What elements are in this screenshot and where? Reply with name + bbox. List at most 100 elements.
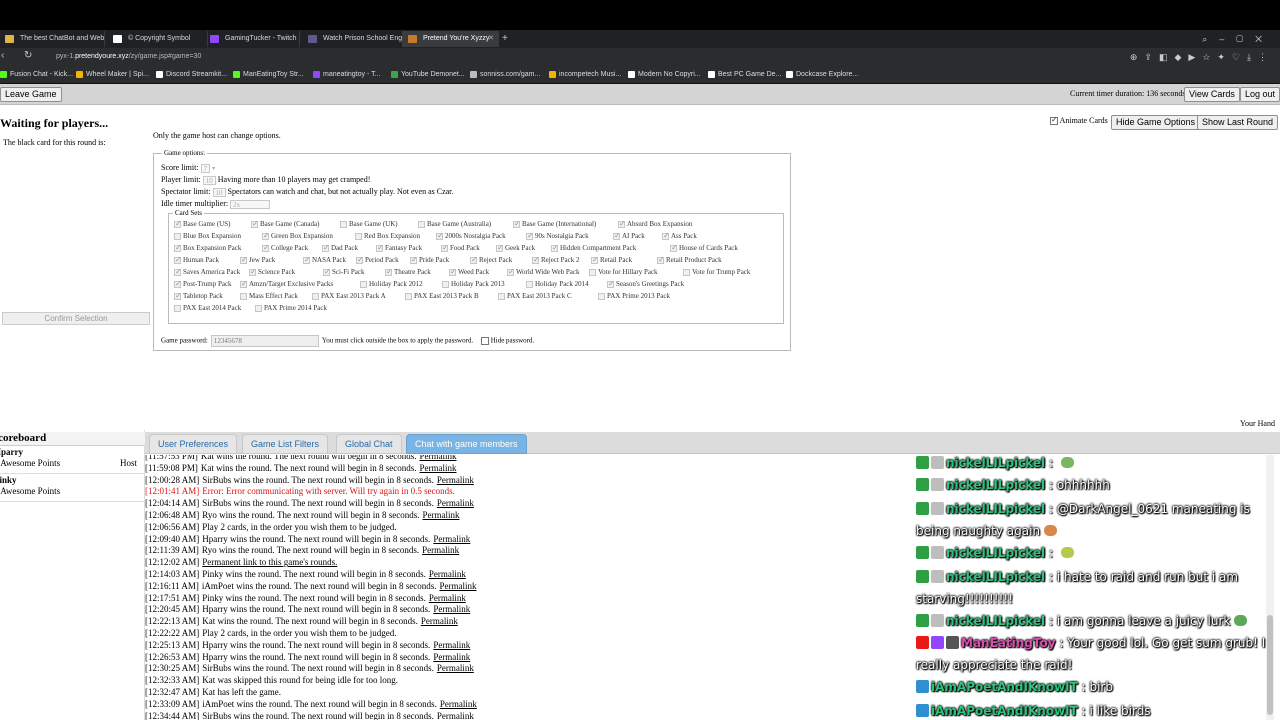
bookmark-item[interactable]: Dockcase Explore... — [786, 69, 858, 81]
card-set-checkbox[interactable] — [376, 243, 384, 252]
card-set-option[interactable]: Saves America Pack — [174, 267, 240, 276]
heart-icon[interactable]: ♡ — [1232, 52, 1247, 62]
card-set-option[interactable]: Blue Box Expansion — [174, 232, 241, 240]
card-set-option[interactable]: Season's Greetings Pack — [607, 279, 684, 288]
card-set-option[interactable]: Geek Pack — [496, 243, 535, 252]
card-set-checkbox[interactable] — [174, 255, 182, 264]
permalink[interactable]: Permalink — [437, 711, 474, 720]
new-tab-button[interactable]: + — [502, 31, 508, 47]
chat-username[interactable]: iAmAPoetAndIKnowIT — [931, 704, 1078, 718]
play-icon[interactable]: ▶ — [1188, 52, 1202, 62]
card-set-option[interactable]: AI Pack — [613, 231, 645, 240]
url-field[interactable]: pyx-1.pretendyoure.xyz/zy/game.jsp#game=… — [40, 50, 800, 64]
card-set-option[interactable]: Reject Pack 2 — [532, 255, 580, 264]
card-set-option[interactable]: Hidden Compartment Pack — [551, 243, 636, 252]
chat-username[interactable]: nickelLILpickel — [946, 502, 1045, 516]
card-set-option[interactable]: Period Pack — [356, 255, 399, 264]
download-icon[interactable]: ⤓ — [1247, 52, 1258, 62]
player-limit-select[interactable]: 10 — [202, 175, 216, 185]
back-arrow-icon[interactable]: ‹ — [1, 50, 4, 61]
window-controls[interactable]: ⌕–▢✕ — [1202, 31, 1274, 47]
card-set-checkbox[interactable] — [526, 280, 533, 288]
card-set-checkbox[interactable] — [589, 268, 596, 276]
card-set-checkbox[interactable] — [174, 291, 182, 300]
permalink[interactable]: Permalink — [429, 569, 466, 579]
hide-password-checkbox[interactable] — [480, 337, 489, 345]
log-out-button[interactable]: Log out — [1240, 87, 1280, 102]
card-set-checkbox[interactable] — [174, 304, 181, 312]
card-set-checkbox[interactable] — [662, 231, 670, 240]
card-set-option[interactable]: Base Game (US) — [174, 219, 230, 228]
spectator-limit-select[interactable]: 10 — [212, 187, 226, 197]
card-set-option[interactable]: Sci-Fi Pack — [323, 267, 364, 276]
bookmark-item[interactable]: Best PC Game De... — [708, 69, 781, 81]
bookmark-item[interactable]: Modern No Copyri... — [628, 69, 701, 81]
maximize-icon[interactable]: ▢ — [1236, 34, 1255, 44]
bookmark-item[interactable]: Fusion Chat - Kick... — [0, 69, 73, 81]
card-set-option[interactable]: 2000s Nostalgia Pack — [436, 231, 506, 240]
browser-tab-active[interactable]: Pretend You're Xyzzy ✕ — [403, 31, 499, 47]
card-set-option[interactable]: Jew Pack — [240, 255, 275, 264]
extensions-icon[interactable]: ✦ — [1217, 52, 1232, 62]
chat-username[interactable]: ManEatingToy — [961, 636, 1056, 650]
card-set-option[interactable]: Vote for Trump Pack — [683, 268, 750, 276]
zoom-icon[interactable]: ⊕ — [1130, 52, 1145, 62]
card-set-checkbox[interactable] — [262, 231, 270, 240]
card-set-checkbox[interactable] — [240, 279, 248, 288]
card-set-option[interactable]: NASA Pack — [303, 255, 346, 264]
extension-toolbar[interactable]: ⊕⇪◧◆▶☆✦♡⤓⋮ — [1130, 50, 1274, 64]
card-set-checkbox[interactable] — [360, 280, 367, 288]
card-set-checkbox[interactable] — [670, 243, 678, 252]
tab-global-chat[interactable]: Global Chat — [336, 434, 402, 454]
card-set-option[interactable]: Weed Pack — [449, 267, 489, 276]
card-set-option[interactable]: Base Game (International) — [513, 219, 596, 228]
card-set-checkbox[interactable] — [255, 304, 262, 312]
card-set-option[interactable]: Base Game (Australia) — [418, 220, 491, 228]
animate-cards-checkbox[interactable] — [1050, 115, 1058, 126]
card-set-checkbox[interactable] — [174, 243, 182, 252]
card-set-option[interactable]: Tabletop Pack — [174, 291, 223, 300]
card-set-checkbox[interactable] — [340, 220, 347, 228]
tab-user-preferences[interactable]: User Preferences — [149, 434, 238, 454]
card-set-option[interactable]: 90s Nostalgia Pack — [526, 231, 589, 240]
permalink[interactable]: Permalink — [419, 455, 456, 461]
card-set-option[interactable]: Theatre Pack — [385, 267, 431, 276]
bookmark-item[interactable]: Discord Streamkit... — [156, 69, 227, 81]
permalink[interactable]: Permalink — [429, 593, 466, 603]
permalink[interactable]: Permalink — [421, 616, 458, 626]
bookmark-item[interactable]: sonniss.com/gam... — [470, 69, 540, 81]
card-set-option[interactable]: House of Cards Pack — [670, 243, 738, 252]
chat-username[interactable]: nickelLILpickel — [946, 546, 1045, 560]
card-set-option[interactable]: Fantasy Pack — [376, 243, 422, 252]
card-set-option[interactable]: Holiday Pack 2013 — [442, 280, 505, 288]
browser-tab[interactable]: Watch Prison School Eng — [303, 31, 403, 47]
permalink[interactable]: Permalink — [437, 663, 474, 673]
card-set-checkbox[interactable] — [355, 232, 362, 240]
card-set-option[interactable]: PAX East 2013 Pack B — [405, 292, 479, 300]
card-set-checkbox[interactable] — [262, 243, 270, 252]
idle-timer-select[interactable]: 2x — [230, 199, 271, 209]
permalink[interactable]: Permalink — [437, 475, 474, 485]
card-set-option[interactable]: Ass Pack — [662, 231, 697, 240]
card-set-option[interactable]: College Pack — [262, 243, 308, 252]
permalink[interactable]: Permalink — [439, 581, 476, 591]
card-set-option[interactable]: Retail Product Pack — [657, 255, 722, 264]
game-password-input[interactable]: 12345678 — [210, 335, 319, 347]
card-set-checkbox[interactable] — [322, 243, 330, 252]
card-set-checkbox[interactable] — [598, 292, 605, 300]
close-window-icon[interactable]: ✕ — [1255, 34, 1274, 44]
view-cards-button[interactable]: View Cards — [1184, 87, 1240, 102]
card-set-checkbox[interactable] — [442, 280, 449, 288]
card-set-option[interactable]: Mass Effect Pack — [240, 292, 298, 300]
card-set-checkbox[interactable] — [323, 267, 331, 276]
card-set-option[interactable]: PAX East 2014 Pack — [174, 304, 241, 312]
score-limit-select[interactable]: 7 — [200, 163, 211, 173]
permalink[interactable]: Permalink — [433, 652, 470, 662]
card-set-checkbox[interactable] — [449, 267, 457, 276]
browser-tab[interactable]: © Copyright Symbol — [108, 31, 208, 47]
card-set-checkbox[interactable] — [240, 255, 248, 264]
permalink[interactable]: Permalink — [422, 510, 459, 520]
card-set-checkbox[interactable] — [498, 292, 505, 300]
card-set-option[interactable]: World Wide Web Pack — [507, 267, 579, 276]
card-set-option[interactable]: Retail Pack — [591, 255, 632, 264]
